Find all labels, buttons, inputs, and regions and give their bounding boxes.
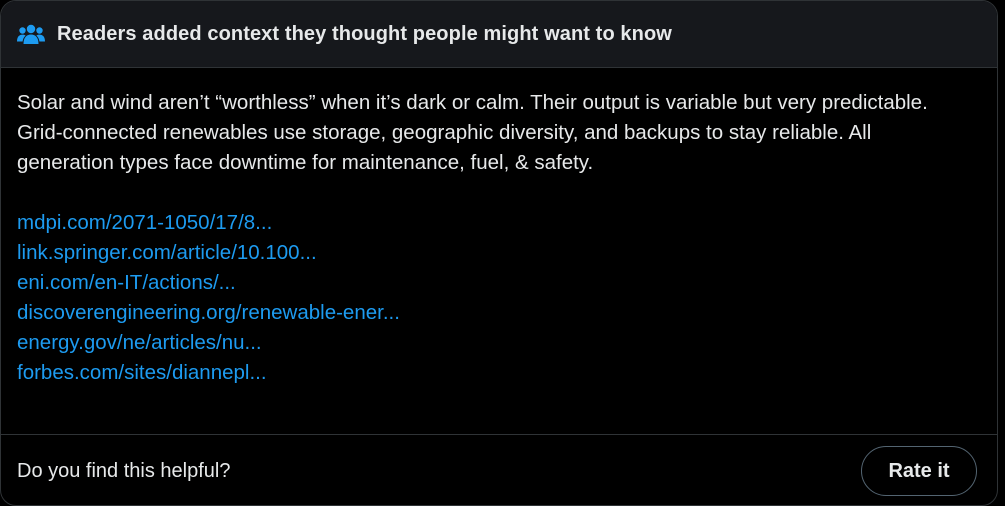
scrollbar-edge	[998, 0, 1005, 506]
source-link-mdpi[interactable]: mdpi.com/2071-1050/17/8...	[17, 208, 272, 238]
note-header-title: Readers added context they thought peopl…	[57, 22, 672, 45]
note-header: Readers added context they thought peopl…	[1, 1, 997, 68]
source-link-forbes[interactable]: forbes.com/sites/diannepl...	[17, 358, 267, 388]
source-link-discoverengineering[interactable]: discoverengineering.org/renewable-ener..…	[17, 298, 400, 328]
community-note-card: Readers added context they thought peopl…	[0, 0, 998, 506]
note-footer: Do you find this helpful? Rate it	[1, 435, 997, 505]
source-links: mdpi.com/2071-1050/17/8... link.springer…	[17, 208, 981, 388]
source-link-eni[interactable]: eni.com/en-IT/actions/...	[17, 268, 236, 298]
rate-it-button[interactable]: Rate it	[861, 446, 977, 496]
helpful-question: Do you find this helpful?	[17, 459, 231, 482]
note-body: Solar and wind aren’t “worthless” when i…	[1, 68, 997, 388]
people-group-icon	[17, 22, 45, 46]
source-link-springer[interactable]: link.springer.com/article/10.100...	[17, 238, 317, 268]
source-link-energy-gov[interactable]: energy.gov/ne/articles/nu...	[17, 328, 262, 358]
note-text: Solar and wind aren’t “worthless” when i…	[17, 91, 928, 174]
